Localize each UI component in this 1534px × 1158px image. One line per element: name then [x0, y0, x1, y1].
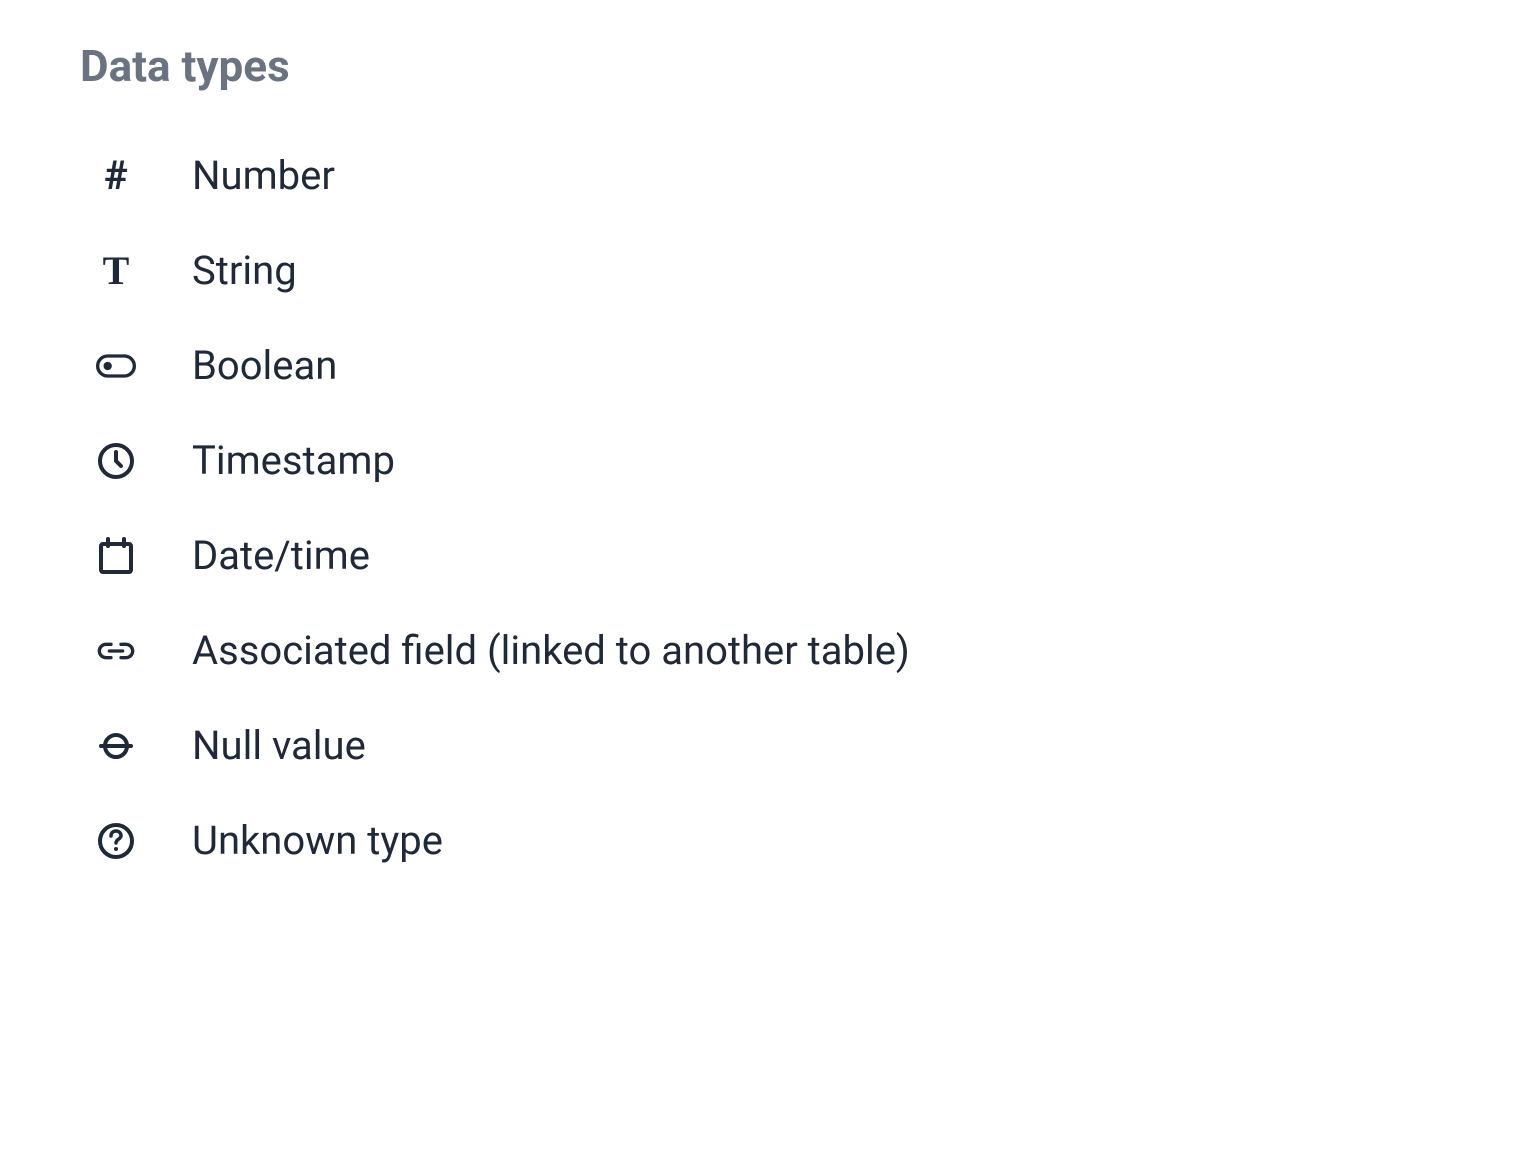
- item-label: Unknown type: [192, 817, 443, 864]
- list-item: Date/time: [80, 532, 1454, 579]
- list-item: T String: [80, 247, 1454, 294]
- item-label: Timestamp: [192, 437, 395, 484]
- list-item: Timestamp: [80, 437, 1454, 484]
- list-item: Boolean: [80, 342, 1454, 389]
- calendar-icon: [80, 536, 152, 576]
- text-t-icon: T: [80, 251, 152, 291]
- item-label: Boolean: [192, 342, 337, 389]
- list-item: Associated field (linked to another tabl…: [80, 627, 1454, 674]
- item-label: Associated field (linked to another tabl…: [192, 627, 910, 674]
- hash-icon: #: [80, 156, 152, 196]
- list-item: Unknown type: [80, 817, 1454, 864]
- item-label: Null value: [192, 722, 366, 769]
- question-circle-icon: [80, 821, 152, 861]
- toggle-icon: [80, 346, 152, 386]
- null-icon: [80, 726, 152, 766]
- item-label: Date/time: [192, 532, 370, 579]
- item-label: String: [192, 247, 297, 294]
- list-item: Null value: [80, 722, 1454, 769]
- link-icon: [80, 631, 152, 671]
- list-item: # Number: [80, 152, 1454, 199]
- item-label: Number: [192, 152, 335, 199]
- section-heading: Data types: [80, 40, 1454, 92]
- clock-icon: [80, 441, 152, 481]
